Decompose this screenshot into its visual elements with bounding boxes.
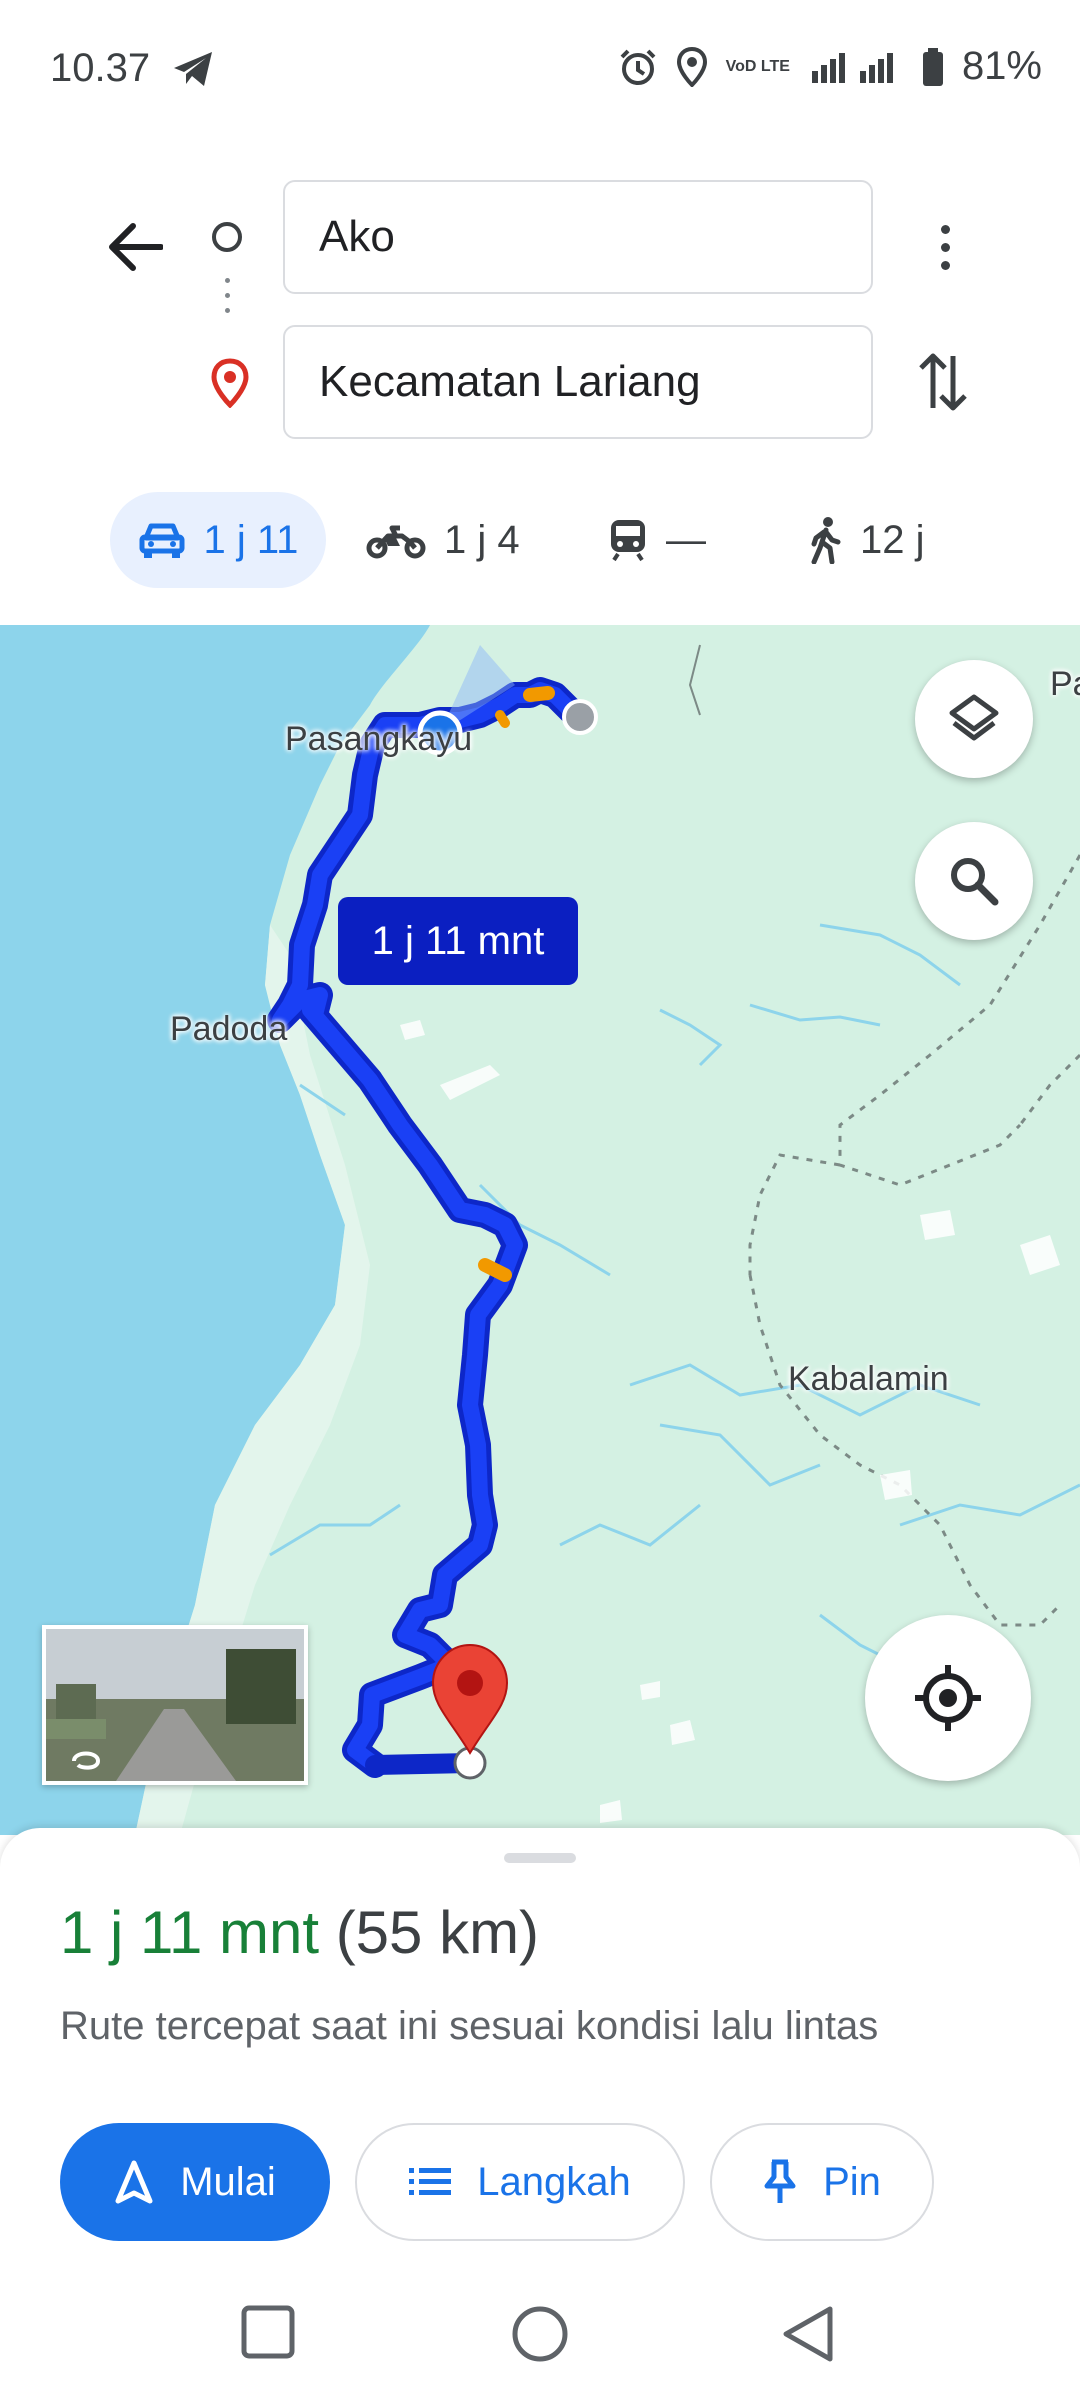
steps-button-label: Langkah	[477, 2159, 631, 2204]
navigation-arrow-icon	[115, 2160, 153, 2204]
status-bar: 10.37 VoD LTE 81%	[0, 0, 1080, 150]
directions-header: Ako Kecamatan Lariang 1 j 11 1 j 4 — 12 …	[0, 150, 1080, 625]
street-view-thumbnail[interactable]	[42, 1625, 308, 1785]
list-icon	[409, 2168, 452, 2195]
search-along-route-button[interactable]	[915, 822, 1033, 940]
tab-walking-label: 12 j	[860, 517, 925, 562]
sheet-drag-handle[interactable]	[504, 1853, 576, 1863]
battery-level: 81%	[961, 44, 1042, 88]
volte-indicator: VoD LTE	[725, 57, 790, 75]
layers-icon	[949, 694, 999, 741]
route-description: Rute tercepat saat ini sesuai kondisi la…	[60, 2004, 879, 2048]
more-vert-icon	[940, 224, 950, 234]
origin-input[interactable]: Ako	[283, 180, 873, 294]
destination-input[interactable]: Kecamatan Lariang	[283, 325, 873, 439]
walk-icon	[811, 517, 841, 564]
tab-motorcycle-label: 1 j 4	[444, 517, 520, 562]
back-triangle-icon	[783, 2306, 833, 2362]
transit-icon	[611, 520, 645, 562]
motorcycle-icon	[366, 525, 426, 559]
home-button[interactable]	[510, 2304, 570, 2369]
more-options-button[interactable]	[925, 212, 965, 282]
back-nav-button[interactable]	[780, 2304, 836, 2369]
map-label-edge: Pa	[1050, 665, 1080, 703]
route-duration: 1 j 11 mnt	[60, 1899, 320, 1966]
my-location-button[interactable]	[865, 1615, 1031, 1781]
route-distance: (55 km)	[335, 1899, 540, 1966]
map-label-kabalamin: Kabalamin	[788, 1360, 949, 1398]
map-view[interactable]: Pasangkayu Padoda Kabalamin Pa 1 j 11 mn…	[0, 625, 1080, 1835]
battery-icon	[922, 47, 944, 87]
back-button[interactable]	[100, 212, 170, 282]
travel-mode-tabs: 1 j 11 1 j 4 — 12 j	[0, 480, 1080, 588]
pushpin-icon	[764, 2159, 796, 2203]
alarm-icon	[618, 47, 658, 87]
location-icon	[676, 46, 708, 87]
tab-motorcycle[interactable]: 1 j 4	[366, 492, 520, 588]
status-time: 10.37	[50, 46, 151, 90]
pin-button[interactable]: Pin	[710, 2123, 934, 2241]
map-label-pasangkayu: Pasangkayu	[285, 720, 473, 758]
signal-icon	[808, 49, 904, 85]
tab-driving-label: 1 j 11	[203, 517, 299, 562]
tab-driving[interactable]: 1 j 11	[110, 492, 326, 588]
start-navigation-button[interactable]: Mulai	[60, 2123, 330, 2241]
swap-button[interactable]	[915, 350, 971, 419]
my-location-icon	[915, 1665, 981, 1731]
start-button-label: Mulai	[180, 2159, 276, 2204]
recents-square-icon	[241, 2305, 295, 2359]
car-icon	[139, 523, 185, 558]
route-eta-callout[interactable]: 1 j 11 mnt	[338, 897, 578, 985]
route-connector-dots	[225, 278, 230, 328]
tab-walking[interactable]: 12 j	[808, 492, 925, 588]
tab-transit-label: —	[666, 517, 706, 562]
pin-button-label: Pin	[823, 2159, 881, 2204]
layers-button[interactable]	[915, 660, 1033, 778]
swap-vert-icon	[919, 353, 967, 411]
tab-transit[interactable]: —	[608, 492, 706, 588]
destination-pin-icon	[210, 358, 250, 413]
recents-button[interactable]	[240, 2304, 296, 2365]
system-navigation-bar	[0, 2260, 1080, 2408]
home-circle-icon	[512, 2306, 568, 2362]
steps-button[interactable]: Langkah	[355, 2123, 685, 2241]
search-icon	[951, 858, 999, 906]
arrow-back-icon	[109, 223, 163, 271]
route-summary-title: 1 j 11 mnt (55 km)	[60, 1898, 539, 1967]
telegram-icon	[172, 50, 214, 93]
map-label-padoda: Padoda	[170, 1010, 288, 1048]
origin-circle-icon	[212, 222, 242, 252]
